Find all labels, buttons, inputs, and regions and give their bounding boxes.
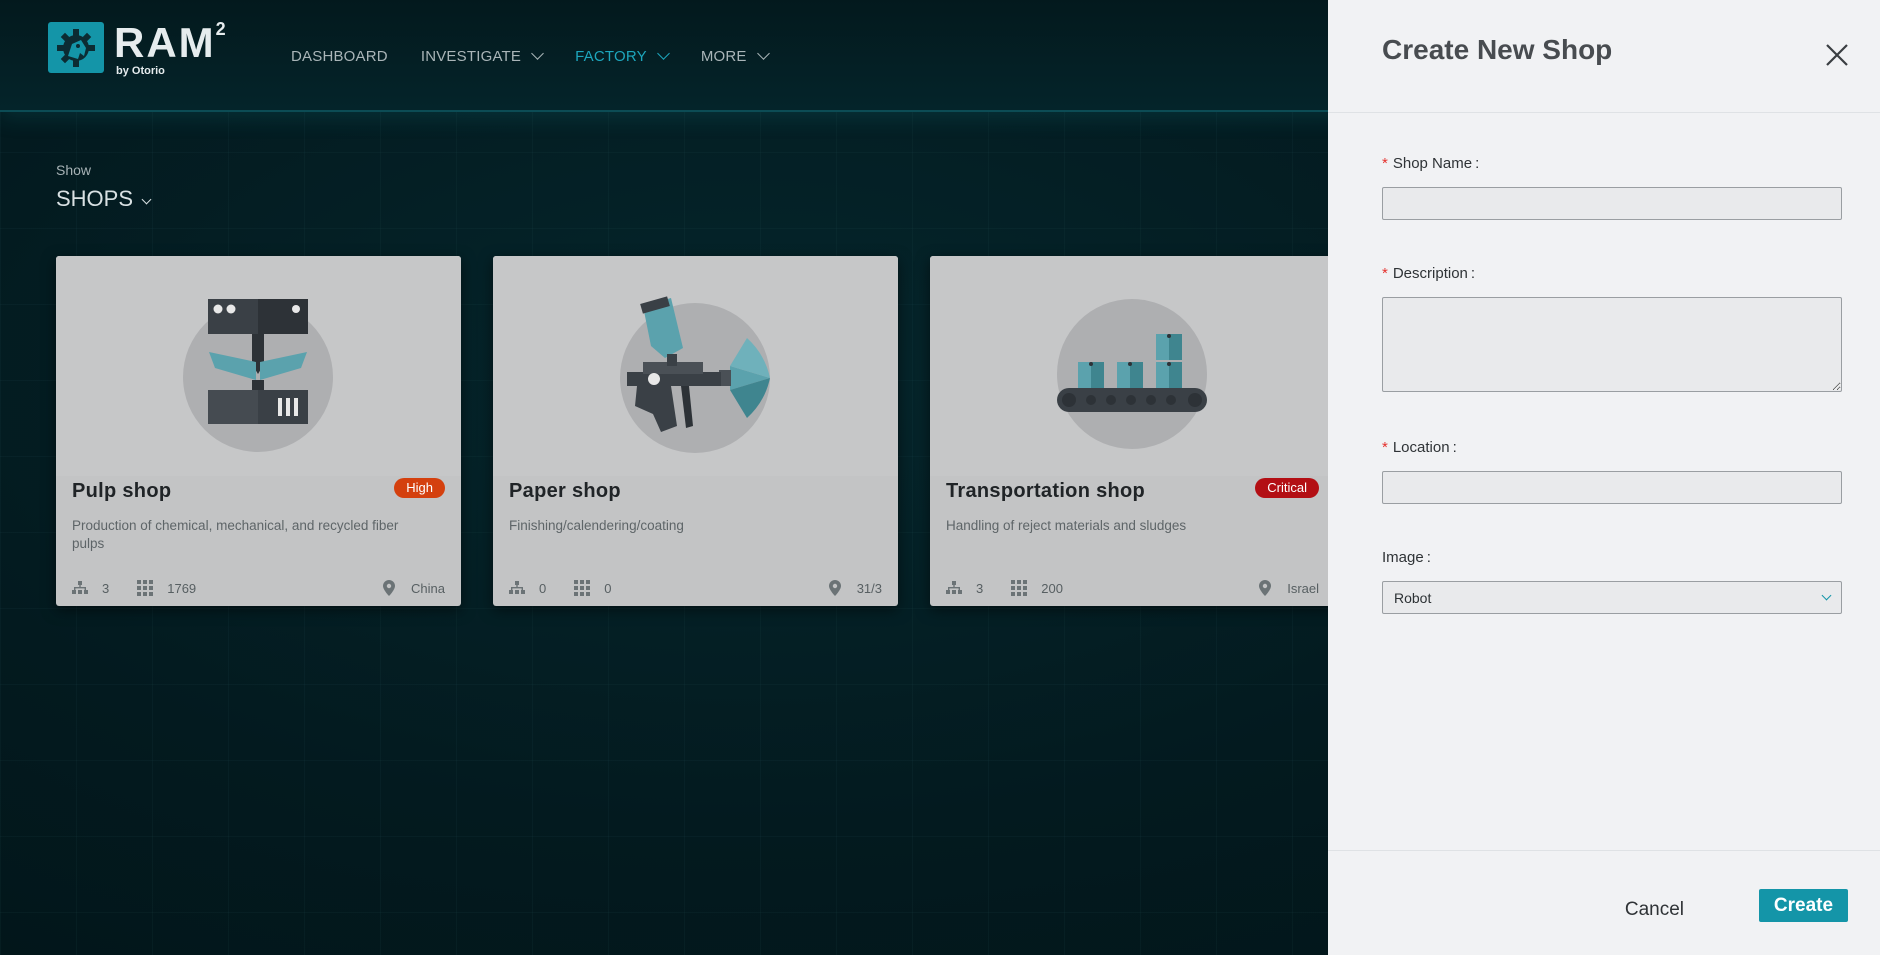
shop-name: Paper shop	[509, 480, 621, 502]
shop-card-paper[interactable]: Paper shop Finishing/calendering/coating…	[493, 256, 898, 606]
shop-name: Pulp shop	[72, 480, 172, 502]
show-filter-value: SHOPS	[56, 186, 134, 211]
nav-investigate[interactable]: INVESTIGATE	[420, 47, 544, 65]
logo[interactable]: RAM2 by Otorio	[48, 19, 226, 77]
chevron-down-icon	[756, 47, 770, 60]
shop-description: Production of chemical, mechanical, and …	[72, 518, 399, 551]
grid-icon	[1011, 580, 1028, 596]
press-machine-icon	[56, 256, 461, 476]
shop-card-pulp[interactable]: Pulp shop High Production of chemical, m…	[56, 256, 461, 606]
shop-description: Handling of reject materials and sludges	[946, 518, 1187, 533]
image-label: Image	[1382, 549, 1424, 566]
description-label: Description	[1392, 265, 1468, 282]
assets-count: 0	[604, 580, 612, 596]
image-field: Image: Robot	[1382, 549, 1842, 614]
cancel-button[interactable]: Cancel	[1625, 899, 1684, 921]
severity-badge: High	[394, 478, 445, 498]
location-field: * Location:	[1382, 439, 1842, 504]
gear-logo-icon	[48, 22, 104, 73]
assets-count: 200	[1041, 580, 1063, 596]
grid-icon	[574, 580, 591, 596]
image-select[interactable]: Robot	[1382, 581, 1842, 614]
drawer-header: Create New Shop	[1328, 0, 1880, 113]
shop-name-field: * Shop Name:	[1382, 155, 1842, 220]
chevron-down-icon	[656, 47, 670, 60]
hierarchy-icon	[509, 581, 525, 594]
show-filter-label: Show	[56, 162, 92, 178]
nav-dashboard-label: DASHBOARD	[291, 48, 388, 65]
chevron-down-icon	[531, 47, 544, 60]
location-pin-icon	[383, 580, 396, 596]
location-label: Location	[1392, 439, 1450, 456]
shop-card-transportation[interactable]: Transportation shop Critical Handling of…	[930, 256, 1335, 606]
label-colon: :	[1426, 549, 1431, 566]
zones-count: 0	[539, 580, 547, 596]
location-text: 31/3	[856, 580, 882, 596]
required-marker: *	[1382, 265, 1388, 282]
location-pin-icon	[1259, 580, 1272, 596]
nav-more[interactable]: MORE	[700, 47, 770, 65]
location-text: Israel	[1287, 580, 1319, 596]
hierarchy-icon	[72, 581, 88, 594]
nav-factory[interactable]: FACTORY	[575, 47, 670, 65]
show-filter-dropdown[interactable]: SHOPS	[56, 186, 152, 212]
location-input[interactable]	[1382, 471, 1842, 504]
close-icon	[1826, 44, 1848, 66]
nav-dashboard[interactable]: DASHBOARD	[291, 48, 388, 65]
spray-gun-icon	[493, 256, 898, 476]
conveyor-belt-icon	[930, 256, 1335, 476]
label-colon: :	[1470, 265, 1476, 282]
create-shop-form: * Shop Name: * Description: * Location: …	[1382, 155, 1842, 659]
chevron-down-icon	[1821, 590, 1832, 601]
chevron-down-icon	[141, 194, 152, 204]
assets-count: 1769	[167, 580, 197, 596]
nav-factory-label: FACTORY	[575, 48, 647, 65]
nav-more-label: MORE	[700, 48, 747, 65]
grid-icon	[137, 580, 154, 596]
shop-stats: 0 0 31/3	[509, 580, 882, 596]
logo-title: RAM	[114, 19, 216, 66]
logo-subtitle: by Otorio	[116, 65, 165, 77]
description-textarea[interactable]	[1382, 297, 1842, 392]
nav-investigate-label: INVESTIGATE	[420, 48, 522, 65]
shop-name-label: Shop Name	[1392, 155, 1473, 172]
shop-stats: 3 200 Israel	[946, 580, 1319, 596]
drawer-footer: Cancel Create	[1328, 850, 1880, 955]
image-select-value: Robot	[1394, 589, 1432, 606]
label-colon: :	[1452, 439, 1457, 456]
shop-name-input[interactable]	[1382, 187, 1842, 220]
shop-description: Finishing/calendering/coating	[509, 518, 684, 533]
hierarchy-icon	[946, 581, 962, 594]
zones-count: 3	[102, 580, 110, 596]
description-field: * Description:	[1382, 265, 1842, 397]
required-marker: *	[1382, 155, 1388, 172]
location-pin-icon	[828, 580, 841, 596]
logo-superscript: 2	[215, 19, 226, 39]
required-marker: *	[1382, 439, 1388, 456]
zones-count: 3	[976, 580, 984, 596]
severity-badge: Critical	[1255, 478, 1319, 498]
shop-stats: 3 1769 China	[72, 580, 445, 596]
label-colon: :	[1475, 155, 1480, 172]
close-button[interactable]	[1824, 42, 1850, 68]
create-shop-drawer: Create New Shop * Shop Name: * Descripti…	[1328, 0, 1880, 955]
create-button[interactable]: Create	[1759, 889, 1848, 922]
main-nav: DASHBOARD INVESTIGATE FACTORY MORE	[291, 47, 770, 65]
drawer-title: Create New Shop	[1382, 34, 1613, 65]
location-text: China	[411, 580, 445, 596]
